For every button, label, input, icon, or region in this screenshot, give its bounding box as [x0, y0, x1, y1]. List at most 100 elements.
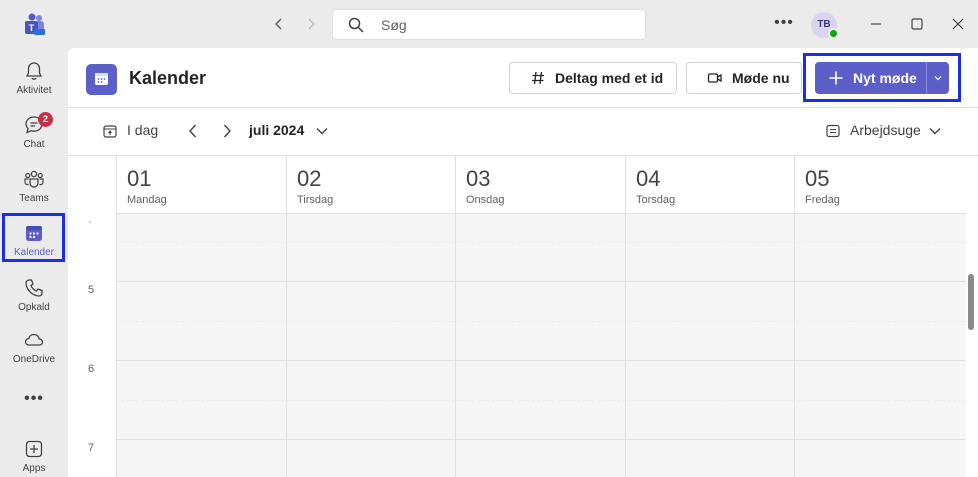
week-grid: 01 Mandag 02 Tirsdag 03 Onsdag 04 Torsda…: [68, 156, 966, 477]
rail-label: Kalender: [13, 247, 55, 258]
search-placeholder: Søg: [381, 17, 407, 33]
half-hour-line: [116, 400, 966, 401]
half-hour-line: [116, 321, 966, 322]
rail-item-chat[interactable]: 2 Chat: [2, 108, 66, 160]
phone-icon: [25, 279, 43, 297]
day-name: Tirsdag: [297, 194, 334, 206]
hour-line: [116, 439, 966, 440]
day-header: 04 Torsdag: [625, 156, 794, 214]
day-number: 04: [636, 166, 661, 191]
teams-icon: [24, 170, 44, 188]
presence-available-icon: [828, 28, 839, 39]
back-arrow-icon[interactable]: [270, 14, 288, 34]
chevron-down-icon: [316, 128, 328, 135]
next-week-button[interactable]: [219, 122, 235, 140]
day-number: 05: [805, 166, 830, 191]
chat-unread-badge: 2: [38, 112, 53, 127]
month-label: juli 2024: [249, 122, 305, 138]
title-bar: T Søg ••• TB: [0, 0, 978, 48]
day-name: Onsdag: [466, 194, 505, 206]
day-name: Torsdag: [636, 194, 676, 206]
chevron-down-icon: [929, 128, 941, 135]
avatar[interactable]: TB: [811, 12, 839, 39]
day-number: 03: [466, 166, 491, 191]
join-with-id-button[interactable]: Deltag med et id: [509, 62, 677, 94]
day-number: 02: [297, 166, 322, 191]
rail-label: Opkald: [18, 302, 50, 313]
hour-line: [116, 360, 966, 361]
new-meeting-dropdown-button[interactable]: [926, 62, 949, 94]
plus-icon: [829, 71, 843, 85]
more-options-icon[interactable]: •••: [772, 12, 796, 36]
hash-icon: [532, 71, 544, 85]
chevron-right-icon: [223, 124, 231, 138]
hour-label: 6: [88, 363, 95, 375]
page-title: Kalender: [129, 68, 207, 88]
rail-more-apps-button[interactable]: •••: [2, 386, 66, 416]
rail-item-calendar[interactable]: Kalender: [2, 216, 66, 268]
avatar-initials: TB: [817, 19, 831, 30]
new-meeting-button[interactable]: Nyt møde: [815, 62, 949, 94]
more-icon: •••: [24, 390, 44, 407]
chevron-down-icon: [934, 76, 942, 81]
hour-label: 5: [88, 284, 95, 296]
day-name: Fredag: [805, 194, 840, 206]
search-icon: [348, 17, 364, 33]
rail-item-activity[interactable]: Aktivitet: [2, 54, 66, 106]
calendar-main: Kalender Deltag med et id Møde nu Nyt mø…: [68, 48, 978, 477]
day-header: 02 Tirsdag: [286, 156, 455, 214]
chevron-left-icon: [189, 124, 197, 138]
calendar-today-icon: [103, 125, 117, 138]
previous-week-button[interactable]: [185, 122, 201, 140]
day-header: 05 Fredag: [794, 156, 966, 214]
view-list-icon: [826, 124, 840, 138]
today-label: I dag: [127, 122, 159, 138]
day-column[interactable]: [116, 214, 286, 477]
rail-item-apps[interactable]: Apps: [2, 432, 66, 477]
view-label: Arbejdsuge: [850, 122, 921, 138]
cloud-icon: [24, 333, 44, 346]
calendar-icon: [26, 226, 42, 241]
apps-icon: [25, 440, 43, 458]
day-column[interactable]: [625, 214, 794, 477]
video-camera-icon: [707, 73, 722, 83]
view-selector[interactable]: Arbejdsuge: [825, 122, 945, 142]
rail-item-onedrive[interactable]: OneDrive: [2, 323, 66, 375]
day-column[interactable]: [286, 214, 455, 477]
rail-label: Chat: [23, 139, 45, 150]
calendar-header: Kalender Deltag med et id Møde nu Nyt mø…: [68, 48, 978, 108]
new-meeting-label: Nyt møde: [853, 70, 917, 86]
minimize-icon[interactable]: [864, 12, 888, 36]
hour-label-cut: ·: [88, 216, 92, 228]
day-column[interactable]: [455, 214, 625, 477]
month-picker[interactable]: juli 2024: [249, 122, 328, 138]
calendar-app-icon: [86, 64, 117, 95]
day-header: 01 Mandag: [116, 156, 286, 214]
search-input[interactable]: Søg: [332, 9, 646, 40]
rail-label: Teams: [19, 193, 49, 204]
rail-label: Apps: [22, 463, 46, 474]
bell-icon: [25, 62, 43, 80]
close-icon[interactable]: [946, 12, 970, 36]
day-column[interactable]: [794, 214, 966, 477]
meet-now-button[interactable]: Møde nu: [686, 62, 802, 94]
maximize-icon[interactable]: [905, 12, 929, 36]
day-number: 01: [127, 166, 152, 191]
half-hour-line: [116, 242, 966, 243]
day-header: 03 Onsdag: [455, 156, 625, 214]
rail-label: Aktivitet: [16, 85, 52, 96]
svg-text:T: T: [29, 23, 35, 33]
rail-item-calls[interactable]: Opkald: [2, 271, 66, 323]
vertical-scrollbar[interactable]: [968, 274, 974, 330]
forward-arrow-icon[interactable]: [302, 14, 320, 34]
hour-line: [116, 281, 966, 282]
app-rail: Aktivitet 2 Chat Teams Kalender Opkald O…: [0, 48, 68, 477]
teams-logo-icon: T: [25, 13, 45, 35]
join-with-id-label: Deltag med et id: [555, 70, 664, 86]
meet-now-label: Møde nu: [732, 70, 790, 86]
hour-label: 7: [88, 442, 95, 454]
calendar-toolbar: I dag juli 2024 Arbejdsuge: [68, 108, 978, 156]
rail-item-teams[interactable]: Teams: [2, 162, 66, 214]
new-meeting-main-button[interactable]: Nyt møde: [815, 62, 925, 94]
rail-label: OneDrive: [12, 354, 56, 365]
